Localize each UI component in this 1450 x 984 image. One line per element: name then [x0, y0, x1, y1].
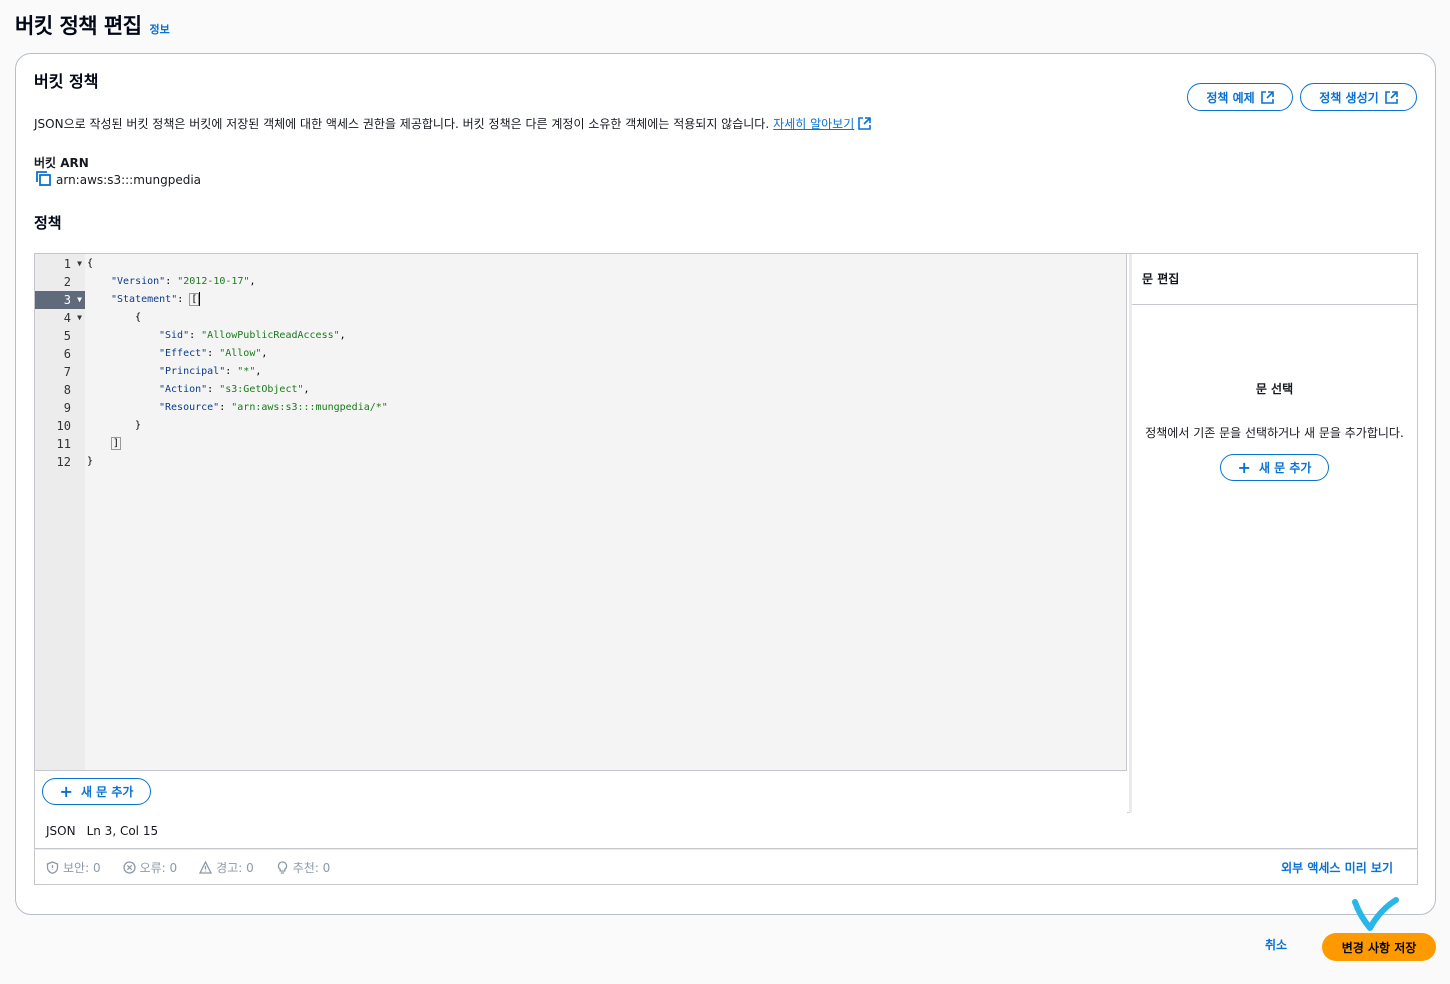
bucket-policy-card: 버킷 정책 정책 예제 정책 생성기 JSON으로 작성된 버킷 정책은 버킷에…: [15, 53, 1436, 915]
editor-status-bar: JSON Ln 3, Col 15: [34, 813, 1418, 849]
bucket-arn-row: arn:aws:s3:::mungpedia: [36, 171, 201, 189]
policy-generator-label: 정책 생성기: [1319, 90, 1379, 105]
code-line: "Statement": [: [111, 291, 201, 309]
save-changes-button[interactable]: 변경 사항 저장: [1322, 933, 1436, 961]
line-gutter: 1 ▼ 2 3 ▼ 4 ▼ 5 6 7 8 9 10 11 12: [35, 254, 85, 770]
copy-icon[interactable]: [36, 171, 51, 189]
line-number: 1 ▼: [63, 255, 82, 273]
plus-icon: +: [1237, 457, 1251, 477]
code-line: "Resource": "arn:aws:s3:::mungpedia/*": [159, 402, 388, 413]
cursor-position: Ln 3, Col 15: [86, 823, 159, 838]
line-number-active: 3 ▼: [35, 291, 85, 309]
code-line: "Effect": "Allow",: [159, 348, 268, 359]
policy-section-label: 정책: [34, 214, 62, 232]
checkmark-annotation-icon: [1352, 897, 1399, 931]
code-line: "Action": "s3:GetObject",: [159, 384, 310, 395]
card-title: 버킷 정책: [34, 72, 99, 91]
line-number: 2: [63, 275, 71, 289]
shield-icon: [46, 860, 59, 874]
lightbulb-icon: [276, 860, 289, 874]
page-header: 버킷 정책 편집 정보: [15, 10, 170, 40]
line-number: 7: [63, 365, 71, 379]
bucket-arn-label: 버킷 ARN: [34, 156, 89, 170]
add-statement-label: 새 문 추가: [80, 785, 134, 799]
description-text: JSON으로 작성된 버킷 정책은 버킷에 저장된 객체에 대한 액세스 권한을…: [34, 117, 770, 131]
learn-more-link[interactable]: 자세히 알아보기: [773, 115, 854, 132]
side-add-statement-label: 새 문 추가: [1258, 461, 1312, 475]
code-line: "Principal": "*",: [159, 366, 262, 377]
code-line: {: [87, 258, 94, 269]
policy-editor: 1 ▼ 2 3 ▼ 4 ▼ 5 6 7 8 9 10 11 12 { "Version…: [34, 253, 1418, 813]
line-number: 6: [63, 347, 71, 361]
line-number: 5: [63, 329, 71, 343]
select-statement-title: 문 선택: [1255, 382, 1294, 396]
error-circle-icon: [122, 860, 136, 874]
select-statement-desc: 정책에서 기존 문을 선택하거나 새 문을 추가합니다.: [1145, 426, 1404, 440]
policy-examples-label: 정책 예제: [1206, 90, 1255, 105]
fold-arrow-icon[interactable]: ▼: [77, 255, 82, 273]
warning-issues[interactable]: 경고: 0: [199, 859, 254, 876]
add-statement-button[interactable]: + 새 문 추가: [42, 778, 151, 805]
code-line: "Sid": "AllowPublicReadAccess",: [159, 330, 346, 341]
external-access-preview-link[interactable]: 외부 액세스 미리 보기: [1281, 859, 1393, 876]
text-cursor: [199, 292, 201, 306]
code-editor[interactable]: 1 ▼ 2 3 ▼ 4 ▼ 5 6 7 8 9 10 11 12 { "Version…: [35, 254, 1127, 770]
policy-description: JSON으로 작성된 버킷 정책은 버킷에 저장된 객체에 대한 액세스 권한을…: [34, 115, 872, 132]
fold-arrow-icon[interactable]: ▼: [77, 291, 82, 309]
bucket-arn-value: arn:aws:s3:::mungpedia: [56, 173, 202, 187]
line-number: 11: [56, 437, 71, 451]
line-number: 8: [63, 383, 71, 397]
add-statement-row: + 새 문 추가: [35, 770, 1127, 813]
code-line: ]: [111, 437, 122, 450]
security-issues[interactable]: 보안: 0: [46, 859, 101, 876]
plus-icon: +: [59, 781, 73, 801]
page-title: 버킷 정책 편집: [15, 14, 142, 38]
fold-arrow-icon[interactable]: ▼: [77, 309, 82, 327]
line-number: 4 ▼: [63, 309, 82, 327]
cancel-button[interactable]: 취소: [1265, 936, 1287, 953]
external-link-icon: [1260, 90, 1274, 104]
line-number: 12: [56, 455, 71, 469]
side-panel-divider: [1132, 304, 1417, 305]
external-link-icon[interactable]: [858, 117, 872, 130]
side-add-statement-button[interactable]: + 새 문 추가: [1220, 454, 1329, 481]
info-link[interactable]: 정보: [150, 21, 170, 37]
external-link-icon: [1384, 90, 1398, 104]
error-issues[interactable]: 오류: 0: [122, 859, 177, 876]
editor-mode: JSON: [46, 823, 76, 838]
validation-issues-bar: 보안: 0 오류: 0 경고: 0 추천: 0 외부 액세스 미리 보기: [34, 849, 1418, 885]
statement-edit-panel: 문 편집 문 선택 정책에서 기존 문을 선택하거나 새 문을 추가합니다. +…: [1129, 254, 1417, 813]
code-line: "Version": "2012-10-17",: [111, 276, 256, 287]
side-panel-title: 문 편집: [1142, 272, 1180, 286]
line-number: 9: [63, 401, 71, 415]
policy-generator-button[interactable]: 정책 생성기: [1300, 83, 1417, 111]
suggestion-issues[interactable]: 추천: 0: [276, 859, 330, 876]
code-line: }: [135, 420, 142, 431]
code-line: {: [135, 312, 142, 323]
code-line: }: [87, 456, 94, 467]
line-number: 10: [56, 419, 71, 433]
warning-triangle-icon: [199, 860, 213, 874]
policy-examples-button[interactable]: 정책 예제: [1187, 83, 1293, 111]
